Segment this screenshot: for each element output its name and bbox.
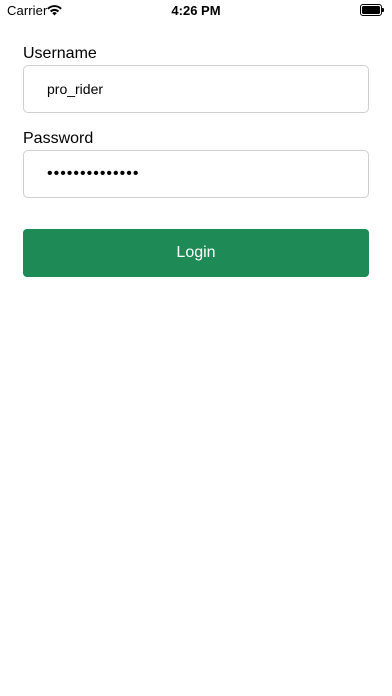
login-button[interactable]: Login (23, 229, 369, 277)
login-form: Username Password (23, 43, 369, 198)
password-input[interactable] (47, 165, 368, 183)
username-input[interactable] (47, 81, 368, 97)
password-field[interactable] (23, 150, 369, 198)
battery-icon (360, 4, 384, 16)
status-time: 4:26 PM (171, 3, 221, 18)
username-field[interactable] (23, 65, 369, 113)
password-label: Password (23, 130, 94, 147)
status-bar: Carrier 4:26 PM (0, 0, 392, 22)
username-label: Username (23, 45, 97, 62)
